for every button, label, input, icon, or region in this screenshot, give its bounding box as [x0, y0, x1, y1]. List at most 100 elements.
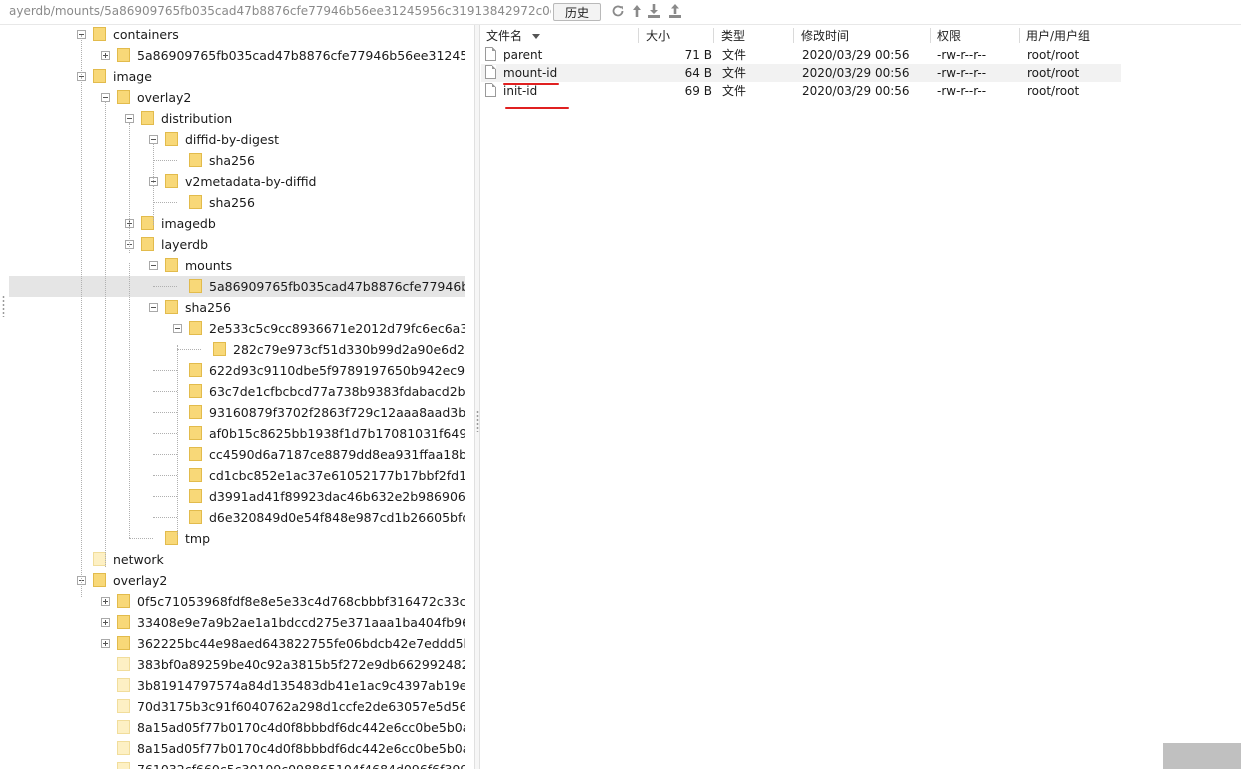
- tree-item[interactable]: 3b81914797574a84d135483db41e1ac9c4397ab1…: [9, 675, 465, 696]
- folder-icon: [165, 300, 178, 314]
- tree-item[interactable]: sha256: [9, 192, 465, 213]
- file-row[interactable]: mount-id 64 B 文件 2020/03/29 00:56 -rw-r--r--…: [481, 64, 1121, 82]
- folder-icon: [189, 279, 202, 293]
- folder-tree: containers 5a86909765fb035cad47b8876cfe77…: [9, 25, 474, 769]
- tree-item[interactable]: 93160879f3702f2863f729c12aaa8aad3bd5ea1b…: [9, 402, 465, 423]
- column-header-name[interactable]: 文件名: [486, 27, 540, 45]
- tree-item[interactable]: mounts: [9, 255, 465, 276]
- tree-item[interactable]: sha256: [9, 297, 465, 318]
- tree-item[interactable]: 8a15ad05f77b0170c4d0f8bbbdf6dc442e6cc0be…: [9, 738, 465, 759]
- tree-item-label: diffid-by-digest: [185, 132, 280, 147]
- tree-item[interactable]: tmp: [9, 528, 465, 549]
- file-type: 文件: [722, 84, 747, 98]
- tree-item[interactable]: cd1cbc852e1ac37e61052177b17bbf2fd18d1a1b…: [9, 465, 465, 486]
- collapse-icon[interactable]: [149, 261, 158, 270]
- folder-icon: [165, 132, 178, 146]
- corner-panel[interactable]: [1163, 743, 1241, 769]
- tree-item-label: distribution: [161, 111, 233, 126]
- tree-item-label: 93160879f3702f2863f729c12aaa8aad3bd5ea1b…: [209, 405, 465, 420]
- column-header-mtime[interactable]: 修改时间: [801, 27, 849, 45]
- upload-icon[interactable]: [667, 3, 683, 19]
- file-mtime: 2020/03/29 00:56: [802, 66, 910, 80]
- pane-splitter[interactable]: [474, 25, 480, 769]
- tree-item[interactable]: d3991ad41f89923dac46b632e2b9869067e94a1b…: [9, 486, 465, 507]
- folder-icon: [117, 48, 130, 62]
- column-separator[interactable]: [793, 28, 794, 43]
- tree-item-label: 3b81914797574a84d135483db41e1ac9c4397ab1…: [137, 678, 465, 693]
- tree-item-label: 33408e9e7a9b2ae1a1bdccd275e371aaa1ba404f…: [137, 615, 465, 630]
- file-size: 64 B: [684, 66, 712, 80]
- tree-item-label: sha256: [209, 195, 255, 210]
- collapse-icon[interactable]: [173, 324, 182, 333]
- tree-item[interactable]: overlay2: [9, 570, 465, 591]
- history-button[interactable]: 历史: [553, 3, 601, 21]
- tree-item[interactable]: image: [9, 66, 465, 87]
- tree-item[interactable]: 70d3175b3c91f6040762a298d1ccfe2de63057e5…: [9, 696, 465, 717]
- tree-guide-line: [153, 160, 177, 161]
- tree-item[interactable]: cc4590d6a7187ce8879dd8ea931ffaa18bc52a1b…: [9, 444, 465, 465]
- file-list: 文件名 大小 类型 修改时间 权限 用户/用户组 parent 71 B 文件 202…: [481, 25, 1241, 769]
- tree-item[interactable]: 33408e9e7a9b2ae1a1bdccd275e371aaa1ba404f…: [9, 612, 465, 633]
- tree-item[interactable]: af0b15c8625bb1938f1d7b17081031f649fd14a1…: [9, 423, 465, 444]
- tree-guide-line: [153, 412, 177, 413]
- file-size: 71 B: [684, 48, 712, 62]
- tree-item[interactable]: sha256: [9, 150, 465, 171]
- tree-item[interactable]: 5a86909765fb035cad47b8876cfe77946b56ee31…: [9, 45, 465, 66]
- tree-item[interactable]: 622d93c9110dbe5f9789197650b942ec95b1a8c3…: [9, 360, 465, 381]
- tree-item-label: cc4590d6a7187ce8879dd8ea931ffaa18bc52a1b…: [209, 447, 465, 462]
- tree-item[interactable]: 2e533c5c9cc8936671e2012d79fc6ec6a3c8ec8a…: [9, 318, 465, 339]
- tree-item[interactable]: 0f5c71053968fdf8e8e5e33c4d768cbbbf316472…: [9, 591, 465, 612]
- column-separator[interactable]: [638, 28, 639, 43]
- column-separator[interactable]: [713, 28, 714, 43]
- collapse-icon[interactable]: [125, 114, 134, 123]
- tree-item[interactable]: layerdb: [9, 234, 465, 255]
- expand-icon[interactable]: [101, 51, 110, 60]
- path-bar[interactable]: ayerdb/mounts/5a86909765fb035cad47b8876c…: [9, 4, 551, 20]
- tree-item[interactable]: 383bf0a89259be40c92a3815b5f272e9db662992…: [9, 654, 465, 675]
- file-icon: [485, 65, 496, 79]
- refresh-icon[interactable]: [610, 3, 626, 19]
- folder-icon: [189, 468, 202, 482]
- folder-empty-icon: [117, 762, 130, 769]
- tree-item-label: 5a86909765fb035cad47b8876cfe77946b56ee31…: [137, 48, 465, 63]
- tree-item[interactable]: imagedb: [9, 213, 465, 234]
- tree-item[interactable]: distribution: [9, 108, 465, 129]
- folder-icon: [117, 90, 130, 104]
- tree-guide-line: [81, 35, 82, 75]
- tree-item[interactable]: overlay2: [9, 87, 465, 108]
- expand-icon[interactable]: [101, 597, 110, 606]
- expand-icon[interactable]: [101, 639, 110, 648]
- file-owner: root/root: [1027, 66, 1080, 80]
- expand-icon[interactable]: [101, 618, 110, 627]
- column-separator[interactable]: [1019, 28, 1020, 43]
- file-row[interactable]: init-id 69 B 文件 2020/03/29 00:56 -rw-r--r-- r…: [481, 82, 1121, 100]
- download-icon[interactable]: [646, 3, 662, 19]
- left-edge-grip[interactable]: [2, 295, 5, 317]
- file-type: 文件: [722, 48, 747, 62]
- column-header-type[interactable]: 类型: [721, 27, 745, 45]
- column-header-permissions[interactable]: 权限: [937, 27, 961, 45]
- tree-item[interactable]: 282c79e973cf51d330b99d2a90e6d2586e1a7d6f…: [9, 339, 465, 360]
- tree-item[interactable]: containers: [9, 25, 465, 45]
- tree-item[interactable]: network: [9, 549, 465, 570]
- tree-item[interactable]: v2metadata-by-diffid: [9, 171, 465, 192]
- tree-item[interactable]: 761032cf660c5c30109c098865104f4684d096f6…: [9, 759, 465, 769]
- column-separator[interactable]: [930, 28, 931, 43]
- column-header-owner[interactable]: 用户/用户组: [1026, 27, 1090, 45]
- red-annotation-mark: [505, 107, 569, 109]
- file-mtime: 2020/03/29 00:56: [802, 48, 910, 62]
- tree-item[interactable]: d6e320849d0e54f848e987cd1b26605bfd2c8a1b…: [9, 507, 465, 528]
- tree-item[interactable]: 362225bc44e98aed643822755fe06bdcb42e7edd…: [9, 633, 465, 654]
- collapse-icon[interactable]: [149, 303, 158, 312]
- file-row[interactable]: parent 71 B 文件 2020/03/29 00:56 -rw-r--r-- ro…: [481, 46, 1121, 64]
- folder-empty-icon: [117, 741, 130, 755]
- tree-item[interactable]: 8a15ad05f77b0170c4d0f8bbbdf6dc442e6cc0be…: [9, 717, 465, 738]
- tree-item[interactable]: 63c7de1cfbcbcd77a738b9383fdabacd2be98a1b…: [9, 381, 465, 402]
- up-arrow-icon[interactable]: [629, 3, 645, 19]
- splitter-grip[interactable]: [476, 410, 479, 432]
- folder-icon: [189, 510, 202, 524]
- tree-item[interactable]: diffid-by-digest: [9, 129, 465, 150]
- tree-item[interactable]: 5a86909765fb035cad47b8876cfe77946b56ee31…: [9, 276, 465, 297]
- column-header-size[interactable]: 大小: [646, 27, 670, 45]
- tree-item-label: 70d3175b3c91f6040762a298d1ccfe2de63057e5…: [137, 699, 465, 714]
